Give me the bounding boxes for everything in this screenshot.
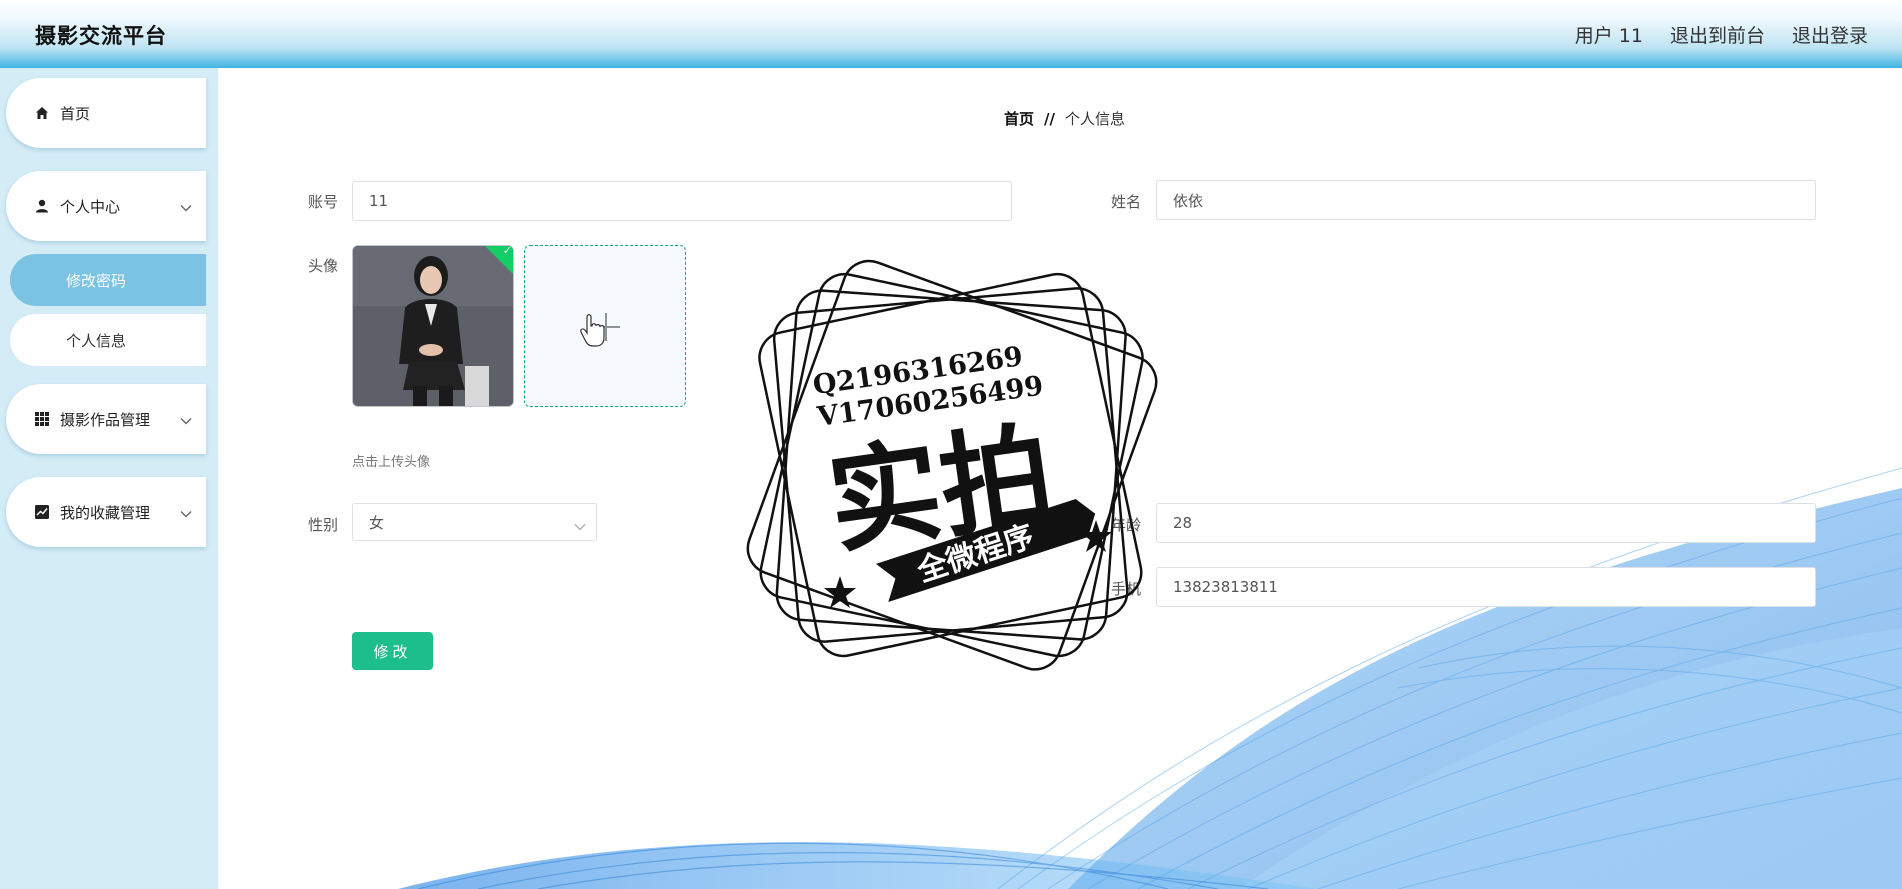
sidebar-item-personal-info[interactable]: 个人信息 xyxy=(10,314,206,366)
sidebar: 首页 个人中心 修改密码 个人信息 摄影作品管理 我的收藏管理 xyxy=(0,68,218,889)
sidebar-item-personal-center[interactable]: 个人中心 xyxy=(6,171,206,241)
sidebar-item-home[interactable]: 首页 xyxy=(6,78,206,148)
check-icon: ✓ xyxy=(502,245,512,258)
app-title: 摄影交流平台 xyxy=(35,24,167,48)
account-label: 账号 xyxy=(308,193,339,211)
user-label: 用户 11 xyxy=(1574,25,1643,47)
sidebar-item-label: 我的收藏管理 xyxy=(60,503,151,522)
breadcrumb-home[interactable]: 首页 xyxy=(1004,108,1034,129)
gender-select[interactable]: 女 xyxy=(352,503,597,541)
home-icon xyxy=(34,105,50,121)
avatar-label: 头像 xyxy=(308,257,339,275)
name-label: 姓名 xyxy=(1111,193,1142,211)
header-actions: 用户 11 退出到前台 退出登录 xyxy=(1575,21,1868,48)
breadcrumb: 首页 // 个人信息 xyxy=(1004,108,1125,129)
user-icon xyxy=(34,198,50,214)
sidebar-item-change-password[interactable]: 修改密码 xyxy=(10,254,206,306)
avatar-upload-button[interactable] xyxy=(524,245,686,407)
sidebar-item-photo-works[interactable]: 摄影作品管理 xyxy=(6,384,206,454)
sidebar-item-my-favorites[interactable]: 我的收藏管理 xyxy=(6,477,206,547)
submit-button[interactable]: 修改 xyxy=(352,632,433,670)
sidebar-item-label: 摄影作品管理 xyxy=(60,410,151,429)
chart-icon xyxy=(34,504,50,520)
avatar-image[interactable]: ✓ xyxy=(352,245,514,407)
chevron-down-icon xyxy=(180,411,192,429)
chevron-down-icon xyxy=(180,504,192,522)
gender-value: 女 xyxy=(369,513,385,532)
age-field[interactable]: 28 xyxy=(1156,503,1816,543)
upload-hint: 点击上传头像 xyxy=(352,455,431,470)
top-header: 摄影交流平台 用户 11 退出到前台 退出登录 xyxy=(0,0,1902,68)
sidebar-item-label: 首页 xyxy=(60,104,91,123)
chevron-down-icon xyxy=(574,517,586,535)
watermark-stamp: Q2196316269 V17060256499 实拍 全微程序 xyxy=(746,259,1158,671)
gender-label: 性别 xyxy=(308,516,339,534)
grid-icon xyxy=(34,411,50,427)
logout-link[interactable]: 退出登录 xyxy=(1792,21,1868,48)
breadcrumb-current: 个人信息 xyxy=(1064,110,1125,128)
breadcrumb-separator: // xyxy=(1044,109,1055,128)
chevron-down-icon xyxy=(180,198,192,216)
account-field[interactable]: 11 xyxy=(352,181,1012,221)
sidebar-item-label: 个人中心 xyxy=(60,197,121,216)
phone-field[interactable]: 13823813811 xyxy=(1156,567,1816,607)
back-to-front-link[interactable]: 退出到前台 xyxy=(1670,21,1765,48)
name-field[interactable]: 依依 xyxy=(1156,180,1816,220)
plus-icon xyxy=(580,313,620,347)
